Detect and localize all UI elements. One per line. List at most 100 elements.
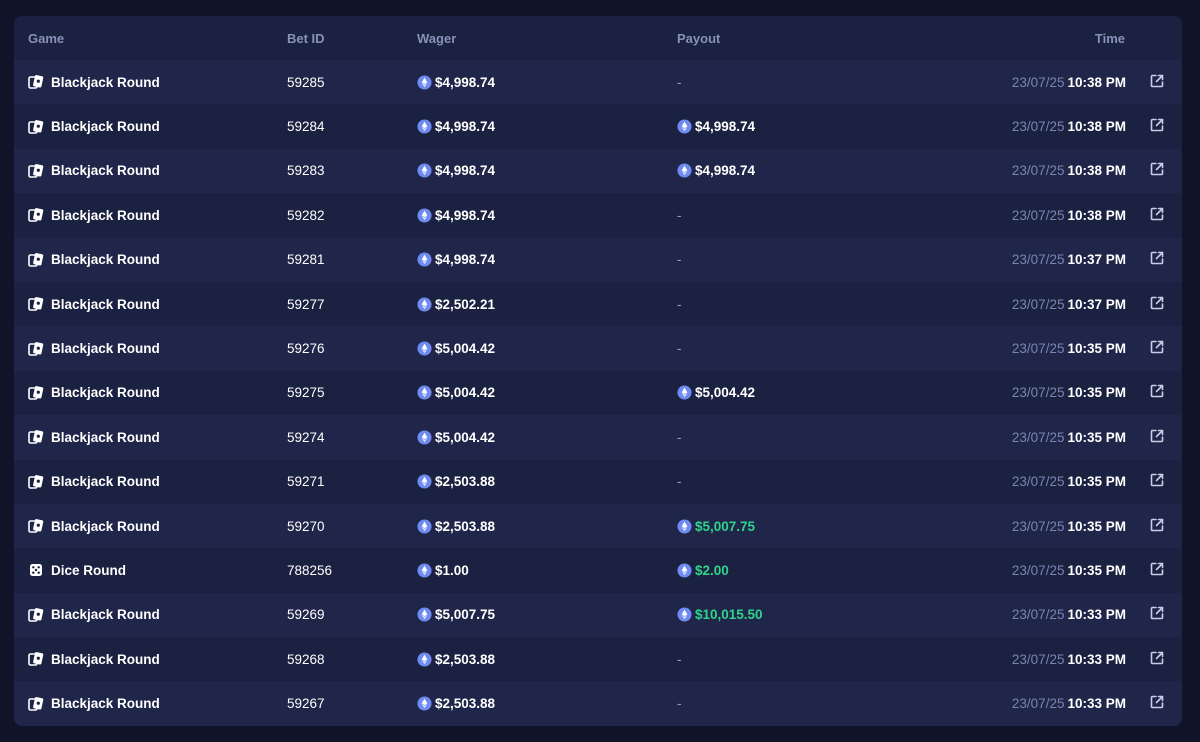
game-name: Blackjack Round bbox=[51, 163, 160, 179]
game-cell: Blackjack Round bbox=[28, 282, 160, 326]
time-cell: 23/07/25 10:33 PM bbox=[1012, 637, 1126, 681]
time-cell: 23/07/25 10:37 PM bbox=[1012, 238, 1126, 282]
external-link-icon[interactable] bbox=[1149, 117, 1165, 136]
payout-value: $4,998.74 bbox=[695, 163, 756, 179]
coin-icon bbox=[417, 341, 432, 356]
payout-value: - bbox=[677, 651, 682, 667]
payout-cell: $5,004.42 bbox=[677, 371, 755, 415]
bet-time: 10:35 PM bbox=[1067, 429, 1126, 445]
table-row[interactable]: Blackjack Round 59274 $5,004.42 - 23/07/… bbox=[14, 415, 1182, 460]
payout-value: $5,004.42 bbox=[695, 385, 756, 401]
payout-cell: - bbox=[677, 415, 682, 459]
game-name: Blackjack Round bbox=[51, 119, 160, 135]
coin-icon bbox=[417, 563, 432, 578]
external-link-icon[interactable] bbox=[1149, 161, 1165, 180]
coin-icon bbox=[417, 430, 432, 445]
game-cell: Blackjack Round bbox=[28, 460, 160, 504]
wager-cell: $2,503.88 bbox=[417, 460, 495, 504]
game-name: Blackjack Round bbox=[51, 296, 160, 312]
column-header-time: Time bbox=[1094, 31, 1125, 46]
game-name: Blackjack Round bbox=[51, 518, 160, 534]
table-row[interactable]: Blackjack Round 59269 $5,007.75 $10,015.… bbox=[14, 592, 1182, 638]
bet-date: 23/07/25 bbox=[1011, 429, 1065, 445]
open-bet-link[interactable] bbox=[1148, 637, 1165, 681]
coin-icon bbox=[677, 119, 692, 134]
bet-date: 23/07/25 bbox=[1011, 74, 1065, 90]
table-row[interactable]: Blackjack Round 59284 $4,998.74 $4,998.7… bbox=[14, 104, 1182, 148]
bet-id: 59274 bbox=[287, 429, 325, 445]
wager-value: $4,998.74 bbox=[435, 252, 496, 268]
open-bet-link[interactable] bbox=[1148, 371, 1165, 415]
table-row[interactable]: Blackjack Round 59271 $2,503.88 - 23/07/… bbox=[14, 460, 1182, 504]
external-link-icon[interactable] bbox=[1149, 694, 1165, 713]
table-row[interactable]: Blackjack Round 59283 $4,998.74 $4,998.7… bbox=[14, 148, 1182, 194]
table-row[interactable]: Blackjack Round 59277 $2,502.21 - 23/07/… bbox=[14, 282, 1182, 326]
bet-id: 59276 bbox=[287, 341, 325, 357]
external-link-icon[interactable] bbox=[1149, 517, 1165, 536]
table-row[interactable]: Dice Round 788256 $1.00 $2.00 23/07/25 1… bbox=[14, 548, 1182, 592]
table-row[interactable]: Blackjack Round 59275 $5,004.42 $5,004.4… bbox=[14, 371, 1182, 415]
open-bet-link[interactable] bbox=[1148, 193, 1165, 237]
open-bet-link[interactable] bbox=[1148, 149, 1165, 193]
table-row[interactable]: Blackjack Round 59268 $2,503.88 - 23/07/… bbox=[14, 637, 1182, 681]
game-name: Blackjack Round bbox=[51, 207, 160, 223]
open-bet-link[interactable] bbox=[1148, 681, 1165, 725]
bet-id: 59269 bbox=[287, 607, 325, 623]
open-bet-link[interactable] bbox=[1148, 60, 1165, 104]
table-row[interactable]: Blackjack Round 59285 $4,998.74 - 23/07/… bbox=[14, 60, 1182, 105]
external-link-icon[interactable] bbox=[1149, 650, 1165, 669]
bet-time: 10:33 PM bbox=[1067, 607, 1126, 623]
bet-time: 10:37 PM bbox=[1067, 252, 1126, 268]
coin-icon bbox=[677, 519, 692, 534]
coin-icon bbox=[677, 385, 692, 400]
bet-id: 59267 bbox=[287, 696, 325, 712]
payout-cell: - bbox=[677, 282, 682, 326]
open-bet-link[interactable] bbox=[1148, 238, 1165, 282]
bet-id: 59282 bbox=[287, 207, 325, 223]
open-bet-link[interactable] bbox=[1148, 460, 1165, 504]
open-bet-link[interactable] bbox=[1148, 104, 1165, 148]
bet-id: 59284 bbox=[287, 119, 325, 135]
cards-icon bbox=[28, 252, 44, 268]
payout-value: - bbox=[677, 474, 682, 490]
dice-icon bbox=[28, 562, 44, 578]
cards-icon bbox=[28, 341, 44, 357]
table-row[interactable]: Blackjack Round 59281 $4,998.74 - 23/07/… bbox=[14, 237, 1182, 282]
external-link-icon[interactable] bbox=[1149, 428, 1165, 447]
column-header-bet-id: Bet ID bbox=[287, 31, 325, 46]
bet-id: 788256 bbox=[287, 562, 333, 578]
external-link-icon[interactable] bbox=[1149, 605, 1165, 624]
bet-id: 59268 bbox=[287, 651, 325, 667]
cards-icon bbox=[28, 385, 44, 401]
open-bet-link[interactable] bbox=[1148, 415, 1165, 459]
external-link-icon[interactable] bbox=[1149, 73, 1165, 92]
coin-icon bbox=[417, 474, 432, 489]
wager-value: $4,998.74 bbox=[435, 207, 496, 223]
game-cell: Blackjack Round bbox=[28, 637, 160, 681]
open-bet-link[interactable] bbox=[1148, 282, 1165, 326]
external-link-icon[interactable] bbox=[1149, 250, 1165, 269]
external-link-icon[interactable] bbox=[1149, 339, 1165, 358]
external-link-icon[interactable] bbox=[1149, 295, 1165, 314]
open-bet-link[interactable] bbox=[1148, 326, 1165, 370]
coin-icon bbox=[677, 163, 692, 178]
table-row[interactable]: Blackjack Round 59276 $5,004.42 - 23/07/… bbox=[14, 326, 1182, 371]
table-row[interactable]: Blackjack Round 59270 $2,503.88 $5,007.7… bbox=[14, 503, 1182, 549]
wager-cell: $5,007.75 bbox=[417, 593, 495, 637]
external-link-icon[interactable] bbox=[1149, 561, 1165, 580]
open-bet-link[interactable] bbox=[1148, 593, 1165, 637]
payout-value: $2.00 bbox=[695, 562, 729, 578]
table-row[interactable]: Blackjack Round 59282 $4,998.74 - 23/07/… bbox=[14, 193, 1182, 237]
external-link-icon[interactable] bbox=[1149, 472, 1165, 491]
external-link-icon[interactable] bbox=[1149, 206, 1165, 225]
bet-date: 23/07/25 bbox=[1011, 341, 1065, 357]
wager-cell: $4,998.74 bbox=[417, 104, 495, 148]
time-cell: 23/07/25 10:37 PM bbox=[1012, 282, 1126, 326]
game-name: Blackjack Round bbox=[51, 252, 160, 268]
open-bet-link[interactable] bbox=[1148, 548, 1165, 592]
wager-value: $5,004.42 bbox=[435, 385, 496, 401]
game-cell: Blackjack Round bbox=[28, 504, 160, 548]
open-bet-link[interactable] bbox=[1148, 504, 1165, 548]
table-row[interactable]: Blackjack Round 59267 $2,503.88 - 23/07/… bbox=[14, 681, 1182, 726]
external-link-icon[interactable] bbox=[1149, 383, 1165, 402]
